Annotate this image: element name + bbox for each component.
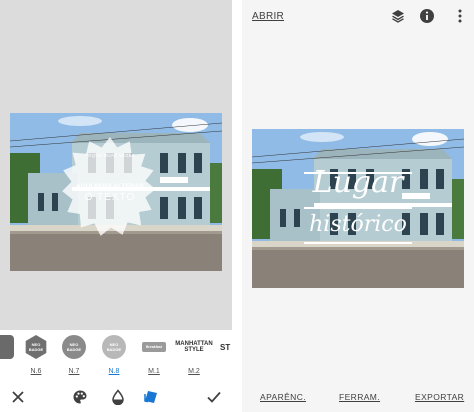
editor-panel-text-tool: TOQUE DUAS VEZES AQUI PARA ALTERAR O TEX… [0, 0, 232, 412]
title-line-2: histórico [309, 212, 407, 237]
style-thumb-m1: Breakfast [142, 342, 166, 352]
tools-tab[interactable]: FERRAM. [339, 392, 380, 402]
info-icon[interactable] [419, 8, 435, 24]
palette-icon[interactable] [72, 389, 88, 405]
style-thumb-n7: NEO BADGE [62, 335, 86, 359]
style-item-n8[interactable]: NEO BADGE N.8 [98, 335, 130, 379]
photo-canvas: TOQUE DUAS VEZES AQUI PARA ALTERAR O TEX… [0, 0, 232, 330]
style-item-m2[interactable]: MANHATTAN STYLE M.2 [175, 335, 213, 379]
style-label-m2: M.2 [188, 368, 200, 375]
style-thumb [0, 335, 14, 359]
style-item-partial-right[interactable]: ST [216, 335, 232, 379]
panel-divider [232, 0, 242, 412]
style-item-n6[interactable]: NEO BADGE N.6 [20, 335, 52, 379]
style-thumb-partial: ST [220, 342, 231, 352]
more-vert-icon[interactable] [452, 8, 468, 24]
style-item-m1[interactable]: Breakfast M.1 [138, 335, 170, 379]
opacity-drop-icon[interactable] [110, 389, 126, 405]
overlay-big-text[interactable]: O TEXTO [68, 192, 152, 203]
check-icon[interactable] [206, 389, 222, 405]
style-tag-icon[interactable] [143, 389, 159, 405]
style-thumb-n6: NEO BADGE [25, 335, 47, 359]
style-label-m1: M.1 [148, 368, 160, 375]
text-tool-bottom-bar [0, 382, 232, 412]
title-line-1: Lugar [312, 165, 404, 200]
layers-icon[interactable] [390, 8, 406, 24]
overlay-middle-text[interactable]: AQUI PARA ALTERAR [68, 183, 152, 190]
style-label-n6: N.6 [30, 368, 42, 375]
title-middle-rule [304, 207, 412, 209]
style-thumb-m2: MANHATTAN STYLE [175, 341, 213, 353]
open-button[interactable]: ABRIR [252, 11, 284, 22]
title-bottom-rule [304, 242, 412, 244]
style-label-n8: N.8 [108, 368, 120, 375]
style-label-n7: N.7 [68, 368, 80, 375]
looks-tab[interactable]: APARÊNC. [260, 392, 306, 402]
export-tab[interactable]: EXPORTAR [415, 392, 464, 402]
close-icon[interactable] [10, 389, 26, 405]
editor-panel-result: ABRIR Lugar histórico APARÊNC. FERRAM. E… [242, 0, 474, 412]
style-item-n7[interactable]: NEO BADGE N.7 [58, 335, 90, 379]
style-item-partial-left[interactable] [0, 335, 18, 379]
overlay-small-text[interactable]: TOQUE DUAS VEZES [68, 153, 152, 158]
style-thumb-n8: NEO BADGE [102, 335, 126, 359]
text-style-strip[interactable]: NEO BADGE N.6 NEO BADGE N.7 NEO BADGE N.… [0, 330, 232, 382]
main-bottom-bar: APARÊNC. FERRAM. EXPORTAR [242, 382, 474, 412]
